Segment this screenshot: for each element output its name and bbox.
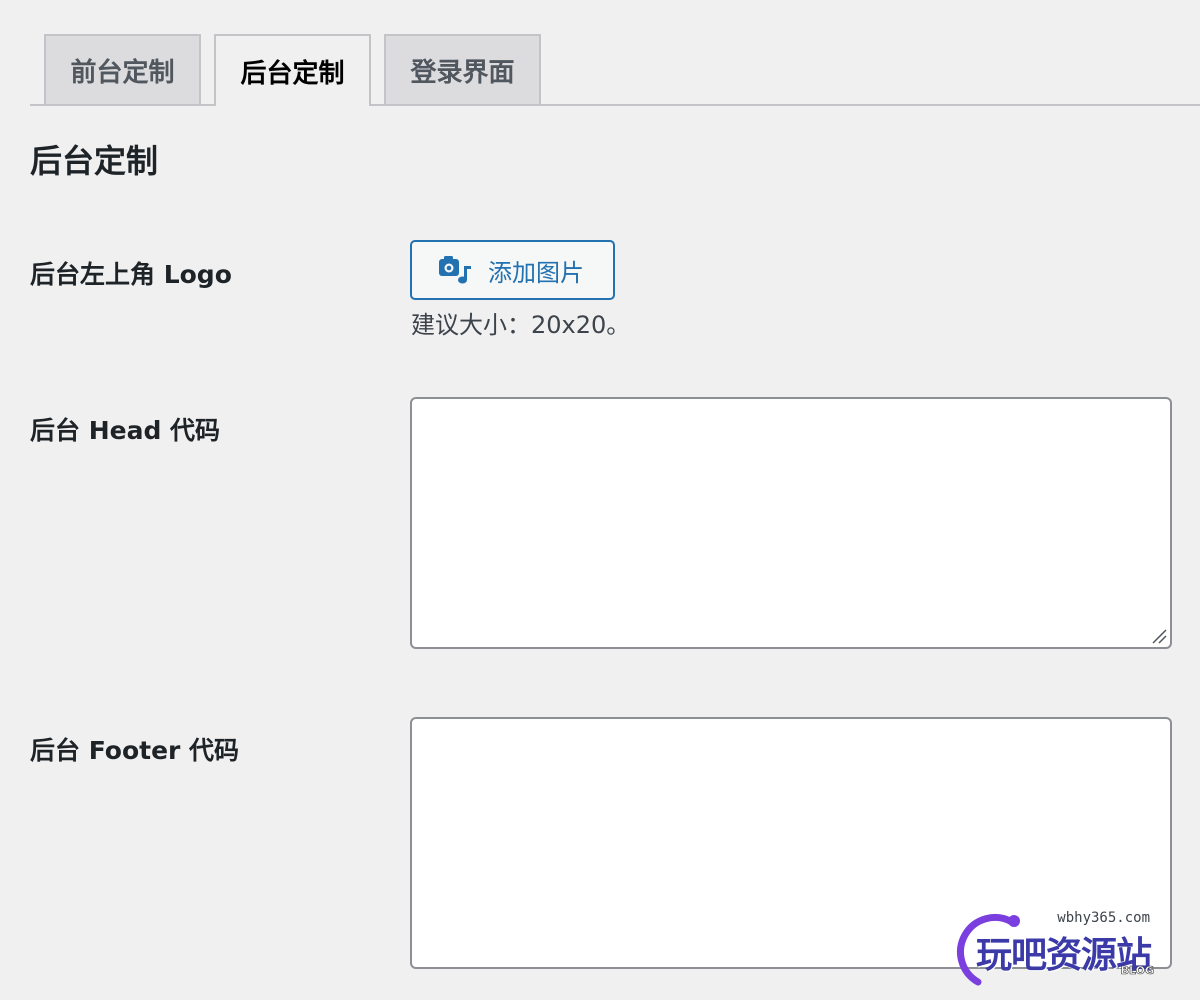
watermark-url: wbhy365.com: [1057, 910, 1150, 926]
section-title: 后台定制: [30, 142, 159, 180]
add-image-button-label: 添加图片: [488, 258, 584, 287]
settings-page: 前台定制 后台定制 登录界面 后台定制 后台左上角 Logo 添加图片 建议大小…: [0, 0, 1200, 1000]
tab-login-screen[interactable]: 登录界面: [384, 34, 541, 104]
footer-code-label: 后台 Footer 代码: [30, 736, 240, 765]
tab-bar: 前台定制 后台定制 登录界面: [30, 34, 1200, 106]
watermark-logo: wbhy365.com 玩吧资源站 BLOG: [940, 900, 1180, 995]
watermark-sub: BLOG: [1120, 964, 1154, 978]
logo-field-label: 后台左上角 Logo: [30, 260, 232, 289]
resize-grip-icon[interactable]: [1151, 628, 1167, 644]
logo-size-hint: 建议大小：20x20。: [411, 311, 631, 339]
head-code-label: 后台 Head 代码: [30, 416, 221, 445]
tab-frontend-custom[interactable]: 前台定制: [44, 34, 201, 104]
add-media-icon: [439, 256, 471, 284]
head-code-textarea[interactable]: [410, 397, 1172, 649]
tab-backend-custom[interactable]: 后台定制: [214, 34, 371, 106]
add-image-button[interactable]: 添加图片: [410, 240, 615, 300]
